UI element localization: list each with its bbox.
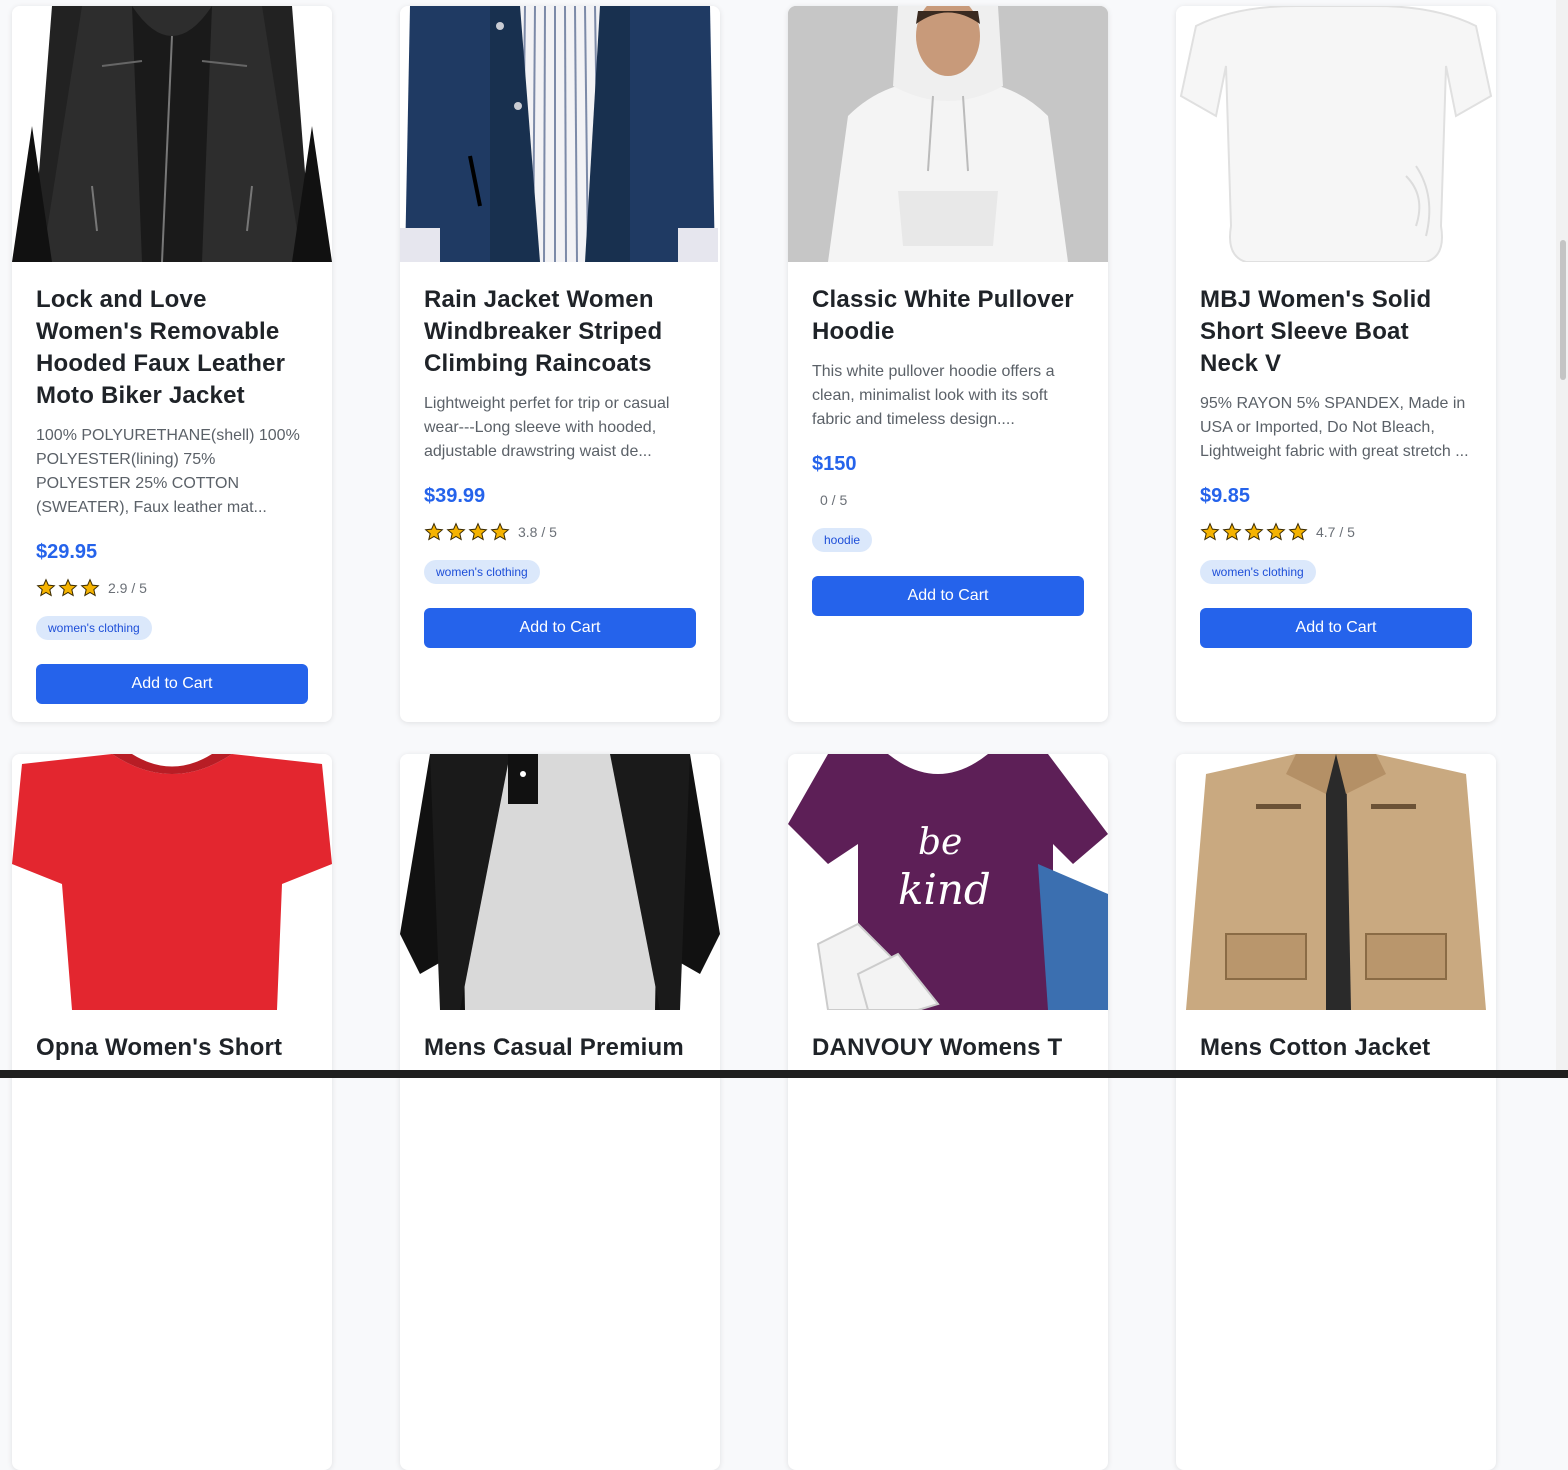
product-image[interactable] bbox=[1176, 6, 1496, 262]
product-card: Opna Women's Short bbox=[12, 754, 332, 1470]
white-top-image bbox=[1179, 6, 1493, 262]
product-rating: 0 / 5 bbox=[812, 488, 1084, 512]
star-icon bbox=[80, 578, 100, 597]
rating-stars bbox=[424, 522, 510, 542]
product-rating: 4.7 / 5 bbox=[1200, 520, 1472, 544]
product-description: Lightweight perfet for trip or casual we… bbox=[424, 395, 670, 460]
rating-text: 3.8 / 5 bbox=[518, 524, 557, 540]
add-to-cart-button[interactable]: Add to Cart bbox=[1200, 608, 1472, 648]
product-tags: women's clothing bbox=[36, 616, 308, 640]
add-to-cart-button[interactable]: Add to Cart bbox=[36, 664, 308, 704]
product-card: Lock and Love Women's Removable Hooded F… bbox=[12, 6, 332, 722]
product-title[interactable]: Mens Casual Premium bbox=[424, 1032, 696, 1064]
product-title[interactable]: Classic White Pullover Hoodie bbox=[812, 284, 1084, 348]
star-icon bbox=[36, 578, 56, 597]
leather-jacket-image bbox=[12, 6, 332, 262]
rating-text: 0 / 5 bbox=[820, 492, 848, 508]
product-tags: women's clothing bbox=[424, 560, 696, 584]
rating-text: 2.9 / 5 bbox=[108, 580, 147, 596]
product-image[interactable] bbox=[400, 754, 720, 1010]
product-image[interactable]: be kind bbox=[788, 754, 1108, 1010]
product-price: $39.99 bbox=[424, 485, 486, 507]
product-price: $150 bbox=[812, 453, 857, 475]
product-rating: 3.8 / 5 bbox=[424, 520, 696, 544]
product-tags: hoodie bbox=[812, 528, 1084, 552]
product-title[interactable]: Rain Jacket Women Windbreaker Striped Cl… bbox=[424, 284, 696, 380]
be-kind-tshirt-image: be kind bbox=[788, 754, 1108, 1010]
category-tag[interactable]: women's clothing bbox=[1200, 560, 1316, 584]
product-tags: women's clothing bbox=[1200, 560, 1472, 584]
category-tag[interactable]: hoodie bbox=[812, 528, 873, 552]
star-icon bbox=[58, 578, 78, 597]
star-icon bbox=[1266, 522, 1286, 541]
product-image[interactable] bbox=[12, 754, 332, 1010]
white-hoodie-image bbox=[788, 6, 1108, 262]
product-description: This white pullover hoodie offers a clea… bbox=[812, 363, 1055, 428]
star-icon bbox=[1222, 522, 1242, 541]
be-text: be bbox=[918, 822, 962, 863]
product-card: MBJ Women's Solid Short Sleeve Boat Neck… bbox=[1176, 6, 1496, 722]
os-taskbar bbox=[0, 1070, 1568, 1078]
product-description: 100% POLYURETHANE(shell) 100% POLYESTER(… bbox=[36, 427, 300, 516]
cotton-jacket-image bbox=[1186, 754, 1486, 1010]
star-icon bbox=[446, 522, 466, 541]
star-icon bbox=[468, 522, 488, 541]
product-price: $29.95 bbox=[36, 541, 98, 563]
product-card: Rain Jacket Women Windbreaker Striped Cl… bbox=[400, 6, 720, 722]
add-to-cart-button[interactable]: Add to Cart bbox=[424, 608, 696, 648]
category-tag[interactable]: women's clothing bbox=[424, 560, 540, 584]
product-image[interactable] bbox=[12, 6, 332, 262]
kind-text: kind bbox=[898, 865, 991, 914]
product-title[interactable]: DANVOUY Womens T bbox=[812, 1032, 1084, 1064]
product-image[interactable] bbox=[1176, 754, 1496, 1010]
rating-stars bbox=[1200, 522, 1308, 542]
star-icon bbox=[490, 522, 510, 541]
add-to-cart-button[interactable]: Add to Cart bbox=[812, 576, 1084, 616]
product-rating: 2.9 / 5 bbox=[36, 576, 308, 600]
product-description: 95% RAYON 5% SPANDEX, Made in USA or Imp… bbox=[1200, 395, 1469, 460]
product-card: be kind DANVOUY Womens T bbox=[788, 754, 1108, 1470]
rain-jacket-image bbox=[400, 6, 718, 262]
rating-stars bbox=[36, 578, 100, 598]
product-title[interactable]: Lock and Love Women's Removable Hooded F… bbox=[36, 284, 308, 412]
product-title[interactable]: MBJ Women's Solid Short Sleeve Boat Neck… bbox=[1200, 284, 1472, 380]
red-tshirt-image bbox=[12, 754, 332, 1010]
star-icon bbox=[1200, 522, 1220, 541]
star-icon bbox=[424, 522, 444, 541]
product-card: Mens Cotton Jacket bbox=[1176, 754, 1496, 1470]
rating-text: 4.7 / 5 bbox=[1316, 524, 1355, 540]
product-image[interactable] bbox=[788, 6, 1108, 262]
product-title[interactable]: Opna Women's Short bbox=[36, 1032, 308, 1064]
raglan-tshirt-image bbox=[400, 754, 720, 1010]
category-tag[interactable]: women's clothing bbox=[36, 616, 152, 640]
product-title[interactable]: Mens Cotton Jacket bbox=[1200, 1032, 1472, 1064]
page-scrollbar[interactable] bbox=[1556, 0, 1568, 1070]
star-icon bbox=[1288, 522, 1308, 541]
scrollbar-thumb[interactable] bbox=[1560, 240, 1566, 380]
star-icon bbox=[1244, 522, 1264, 541]
product-card: Mens Casual Premium bbox=[400, 754, 720, 1470]
product-price: $9.85 bbox=[1200, 485, 1251, 507]
product-card: Classic White Pullover Hoodie This white… bbox=[788, 6, 1108, 722]
product-grid: Lock and Love Women's Removable Hooded F… bbox=[12, 6, 1496, 1470]
product-image[interactable] bbox=[400, 6, 720, 262]
